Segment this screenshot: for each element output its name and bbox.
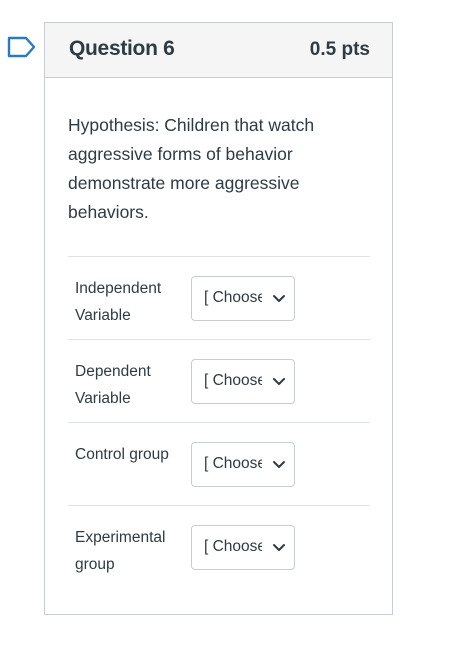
answer-row-independent-variable: Independent Variable [ Choose ] <box>68 256 370 339</box>
select-value: [ Choose ] <box>204 289 262 306</box>
question-header: Question 6 0.5 pts <box>45 23 392 78</box>
quiz-page: Question 6 0.5 pts Hypothesis: Children … <box>0 0 470 652</box>
select-value: [ Choose ] <box>204 538 262 555</box>
independent-variable-select[interactable]: [ Choose ] <box>191 276 295 321</box>
answer-row-control-group: Control group [ Choose ] <box>68 422 370 505</box>
answer-label: Control group <box>75 446 169 463</box>
answer-row-dependent-variable: Dependent Variable [ Choose ] <box>68 339 370 422</box>
select-value: [ Choose ] <box>204 455 262 472</box>
question-text: Hypothesis: Children that watch aggressi… <box>68 115 315 222</box>
control-group-select[interactable]: [ Choose ] <box>191 442 295 487</box>
chevron-down-icon <box>273 378 285 385</box>
chevron-down-icon <box>273 461 285 468</box>
chevron-down-icon <box>273 295 285 302</box>
experimental-group-select[interactable]: [ Choose ] <box>191 525 295 570</box>
answer-label: Dependent Variable <box>75 363 151 407</box>
answer-row-experimental-group: Experimental group [ Choose ] <box>68 505 370 588</box>
question-title: Question 6 <box>69 37 175 60</box>
bookmark-flag-icon[interactable] <box>7 36 37 58</box>
answer-list: Independent Variable [ Choose ] Dependen… <box>68 256 370 588</box>
question-points: 0.5 pts <box>309 39 370 60</box>
answer-label: Experimental group <box>75 529 166 573</box>
answer-label: Independent Variable <box>75 280 162 324</box>
chevron-down-icon <box>273 544 285 551</box>
dependent-variable-select[interactable]: [ Choose ] <box>191 359 295 404</box>
select-value: [ Choose ] <box>204 372 262 389</box>
